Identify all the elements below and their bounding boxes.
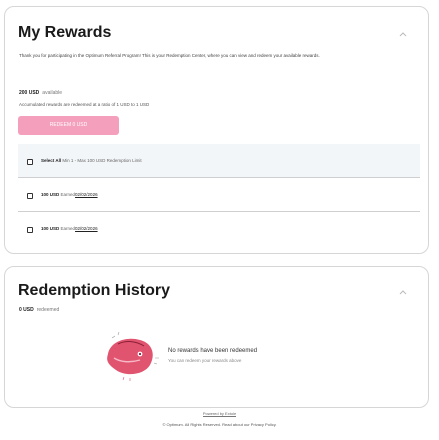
empty-state-title: No rewards have been redeemed <box>168 348 258 354</box>
redemption-limit-text: Min 1 - Max 100 USD Redemption Limit <box>62 158 142 163</box>
powered-by-link[interactable]: Powered by Extole <box>0 411 439 417</box>
rewards-intro-text: Thank you for participating in the Optim… <box>19 53 320 58</box>
select-all-row: Select All Min 1 - Max 100 USD Redemptio… <box>18 144 420 178</box>
powered-by-text: Powered by Extole <box>202 411 237 417</box>
redemption-ratio-text: Accumulated rewards are redeemed at a ra… <box>19 102 150 107</box>
available-amount: 200 USD <box>19 90 40 96</box>
earned-date: 02/02/2026 <box>75 192 98 197</box>
earned-label: Earned <box>60 192 76 197</box>
redemption-history-title: Redemption History <box>18 282 171 299</box>
redeemed-amount: 0 USD <box>19 307 34 313</box>
reward-item-checkbox[interactable] <box>27 193 33 199</box>
reward-amount: 100 USD <box>41 192 60 197</box>
my-rewards-card: My Rewards Thank you for participating i… <box>4 6 429 254</box>
chevron-up-icon <box>399 290 407 295</box>
reward-item-row: 100 USD Earned02/02/2026 <box>18 178 420 212</box>
footer-legal-text: © Optimum. All Rights Reserved. Read abo… <box>0 422 439 427</box>
empty-state-subtitle: You can redeem your rewards above <box>168 358 242 363</box>
redeemed-label: redeemed <box>36 307 60 313</box>
redeemed-total: 0 USD redeemed <box>19 307 59 313</box>
redemption-history-card: Redemption History 0 USD redeemed No rewa… <box>4 266 429 408</box>
available-rewards: 200 USD available <box>19 90 62 96</box>
my-rewards-title: My Rewards <box>18 24 112 41</box>
redeem-button[interactable]: REDEEM 0 USD <box>18 116 119 135</box>
empty-rewards-illustration <box>107 332 159 381</box>
earned-label: Earned <box>60 226 76 231</box>
select-all-checkbox[interactable] <box>27 159 33 165</box>
select-all-label: Select All <box>41 158 62 163</box>
privacy-policy-link[interactable]: © Optimum. All Rights Reserved. Read abo… <box>162 422 276 427</box>
reward-item-row: 100 USD Earned02/02/2026 <box>18 212 420 246</box>
chevron-up-icon <box>399 32 407 37</box>
available-label: available <box>42 90 63 96</box>
collapse-history-button[interactable] <box>398 287 408 297</box>
reward-amount: 100 USD <box>41 226 60 231</box>
collapse-rewards-button[interactable] <box>398 29 408 39</box>
reward-item-checkbox[interactable] <box>27 227 33 233</box>
earned-date: 02/02/2026 <box>75 226 98 231</box>
